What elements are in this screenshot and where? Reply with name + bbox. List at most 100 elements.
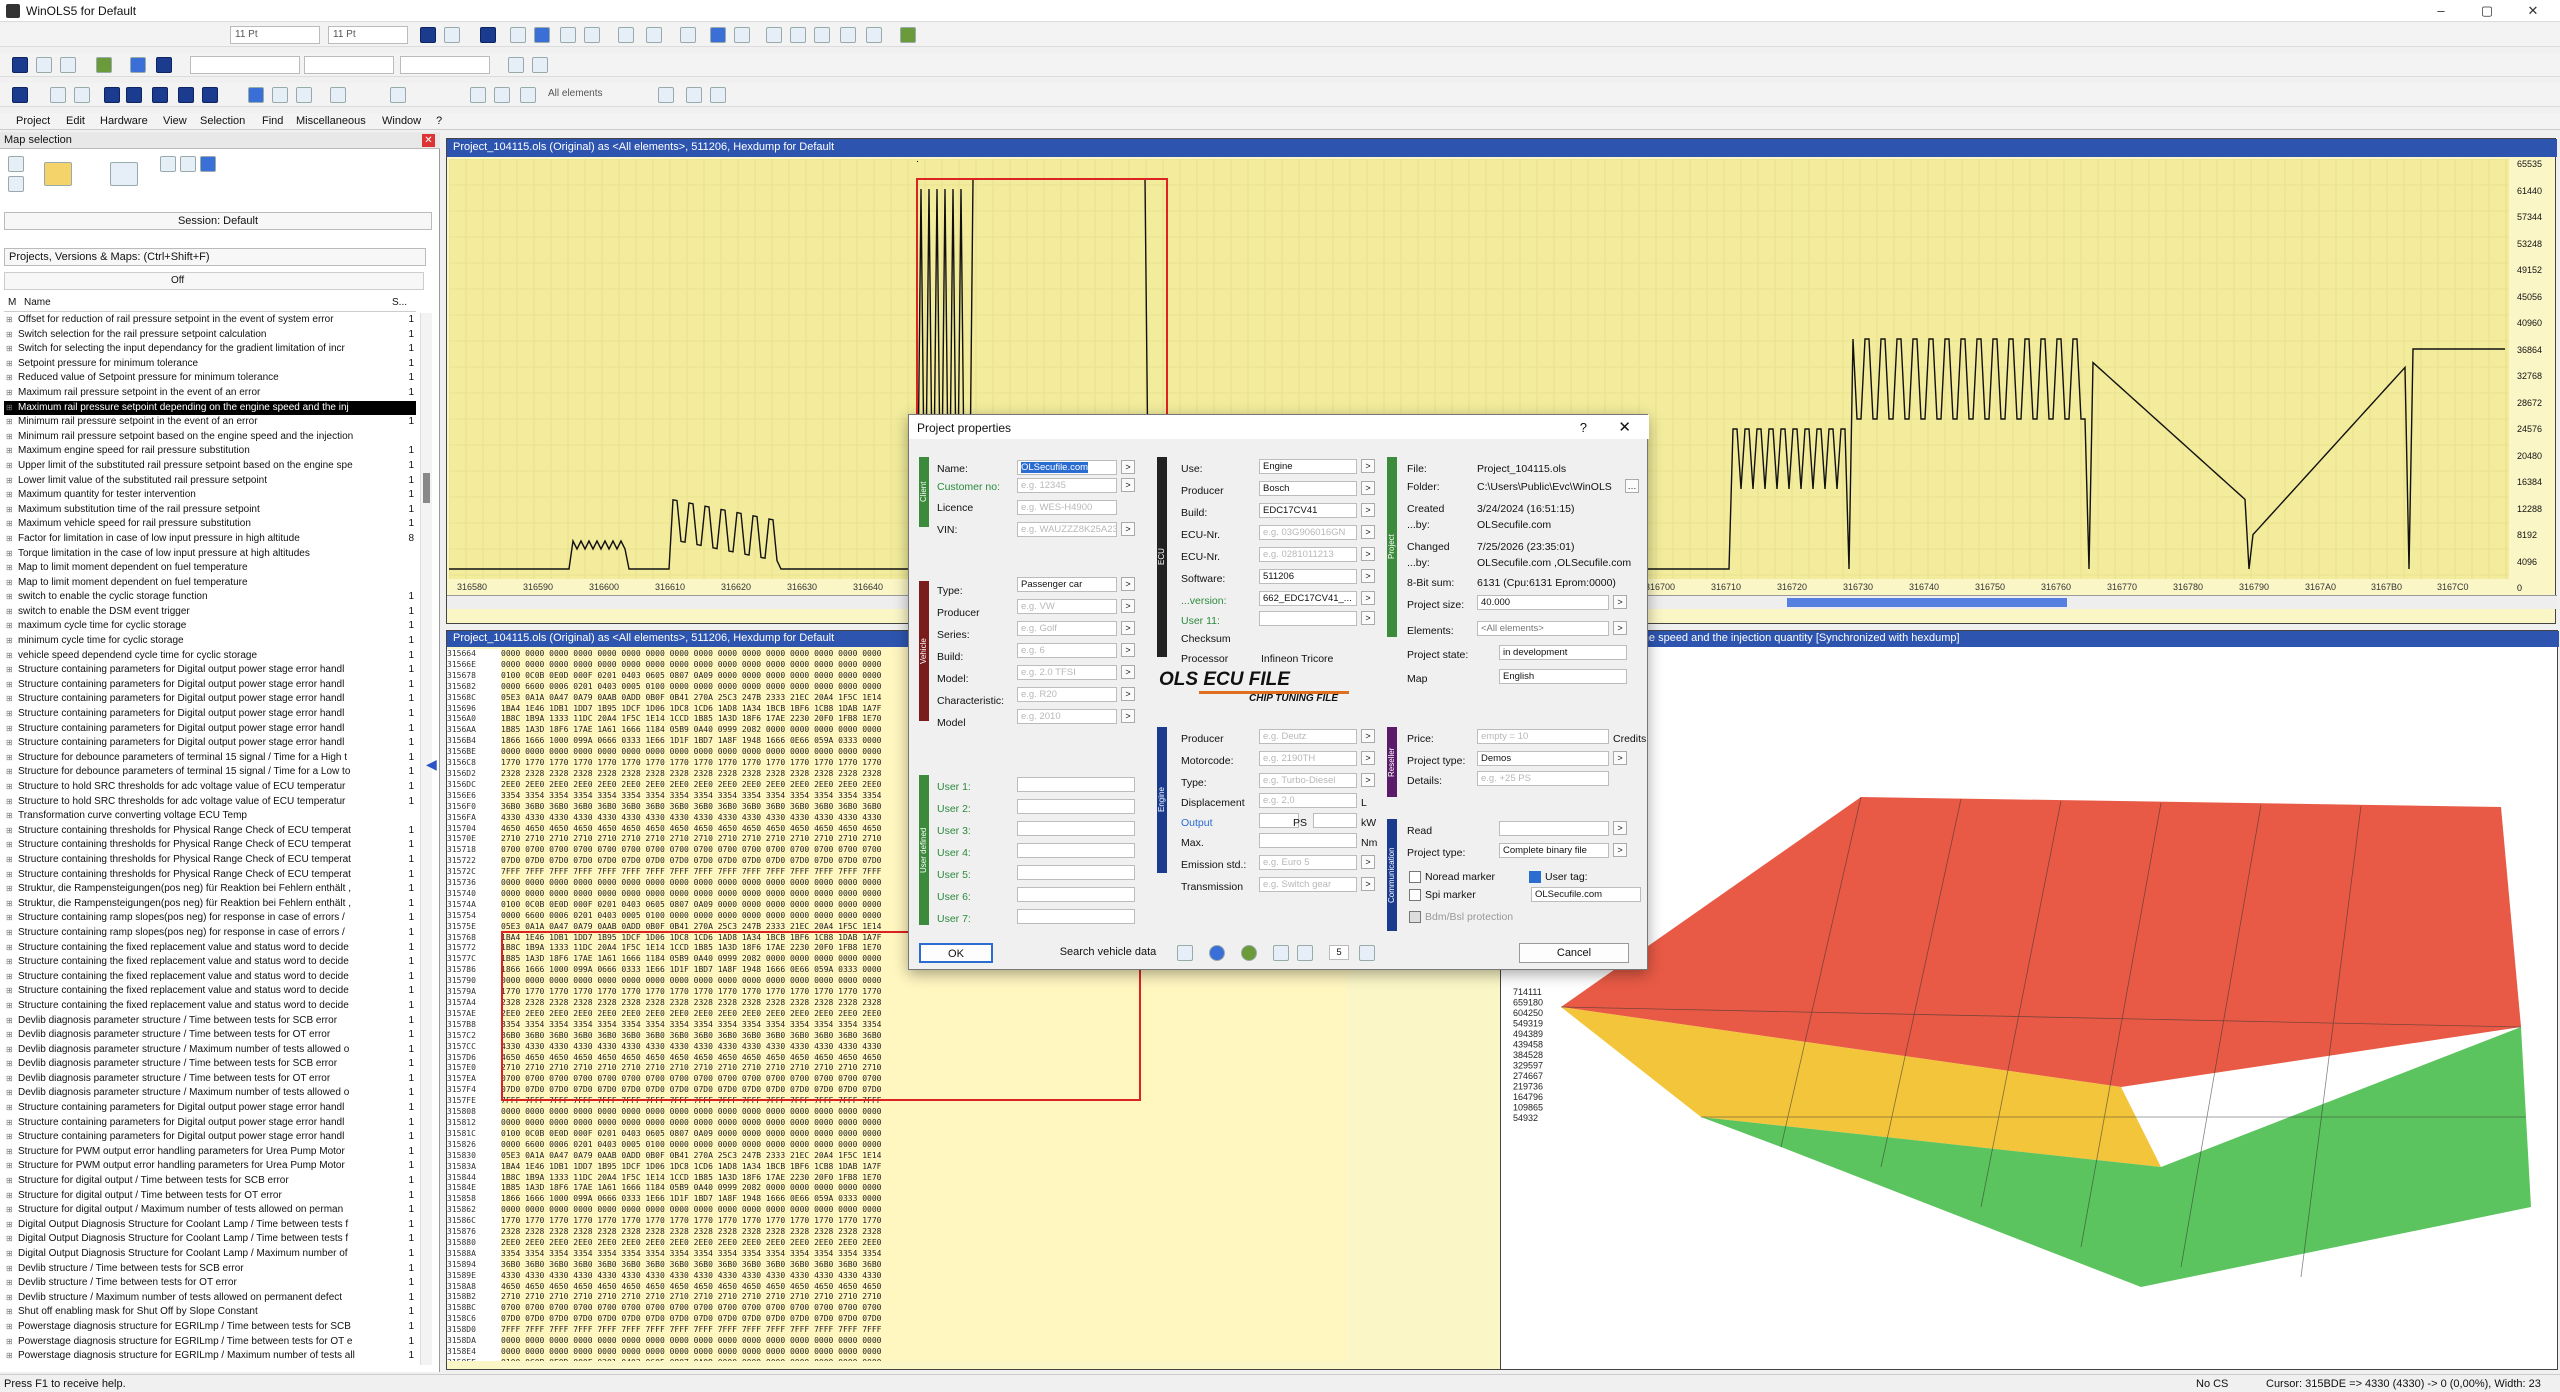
user-field-input[interactable] — [1017, 799, 1135, 814]
series-input[interactable]: e.g. Golf — [1017, 621, 1117, 636]
ecunr2-arrow[interactable]: > — [1361, 547, 1375, 561]
tree-icon[interactable] — [160, 156, 176, 172]
map-list-item[interactable]: Structure containing ramp slopes(pos neg… — [4, 911, 416, 926]
version-select[interactable] — [190, 56, 300, 74]
ecunr2-input[interactable]: e.g. 0281011213 — [1259, 547, 1357, 562]
collapse-pane-icon[interactable]: ◀ — [426, 756, 437, 776]
map-list-item[interactable]: Structure containing parameters for Digi… — [4, 722, 416, 737]
col2-icon[interactable] — [534, 27, 550, 43]
dlg-tool2-icon[interactable] — [1273, 945, 1289, 961]
save-pane-icon[interactable] — [8, 176, 24, 192]
map-list-item[interactable]: Maximum quantity for tester intervention… — [4, 488, 416, 503]
menu-window[interactable]: Window — [382, 115, 421, 127]
user-field-input[interactable] — [1017, 821, 1135, 836]
filter-off[interactable]: Off — [171, 275, 184, 286]
spi-checkbox[interactable] — [1409, 889, 1421, 901]
map-list-item[interactable]: Upper limit of the substituted rail pres… — [4, 459, 416, 474]
map-list-item[interactable]: Devlib diagnosis parameter structure / T… — [4, 1028, 416, 1043]
undo-icon[interactable] — [74, 87, 90, 103]
menu-find[interactable]: Find — [262, 115, 283, 127]
version-input[interactable]: 662_EDC17CV41_... — [1259, 591, 1357, 606]
user-field-input[interactable] — [1017, 865, 1135, 880]
ecu-icon[interactable] — [12, 87, 28, 103]
delta-icon[interactable] — [790, 27, 806, 43]
cancel-button[interactable]: Cancel — [1519, 943, 1629, 963]
software-input[interactable]: 511206 — [1259, 569, 1357, 584]
characteristic-arrow[interactable]: > — [1121, 687, 1135, 701]
grid-icon[interactable] — [444, 27, 460, 43]
model-arrow[interactable]: > — [1121, 665, 1135, 679]
map-list-item[interactable]: Structure containing the fixed replaceme… — [4, 999, 416, 1014]
viewtext-icon[interactable] — [494, 87, 510, 103]
map-list-item[interactable]: Shut off enabling mask for Shut Off by S… — [4, 1305, 416, 1320]
open-icon[interactable] — [12, 57, 28, 73]
percent-icon[interactable] — [766, 27, 782, 43]
map-list-item[interactable]: Structure containing ramp slopes(pos neg… — [4, 926, 416, 941]
map-list-item[interactable]: Maximum rail pressure setpoint in the ev… — [4, 386, 416, 401]
font-size-select-2[interactable]: 11 Pt — [328, 26, 408, 44]
stop-icon[interactable] — [152, 87, 168, 103]
graph-icon[interactable] — [180, 156, 196, 172]
usertag-input[interactable]: OLSecufile.com — [1531, 887, 1641, 902]
transmission-input[interactable]: e.g. Switch gear — [1259, 877, 1357, 892]
eng-producer-input[interactable]: e.g. Deutz — [1259, 729, 1357, 744]
map-list-item[interactable]: Devlib diagnosis parameter structure / T… — [4, 1014, 416, 1029]
ptype-arrow[interactable]: > — [1613, 751, 1627, 765]
user-field-input[interactable] — [1017, 777, 1135, 792]
org-icon[interactable] — [840, 27, 856, 43]
ecu-build-input[interactable]: EDC17CV41 — [1259, 503, 1357, 518]
elements-arrow[interactable]: > — [1613, 621, 1627, 635]
x1-icon[interactable] — [814, 27, 830, 43]
motorcode-arrow[interactable]: > — [1361, 751, 1375, 765]
map-list-item[interactable]: Structure containing the fixed replaceme… — [4, 970, 416, 985]
map-list-item[interactable]: Maximum substitution time of the rail pr… — [4, 503, 416, 518]
displacement-input[interactable]: e.g. 2,0 — [1259, 793, 1357, 808]
viewhex-icon[interactable] — [470, 87, 486, 103]
map-list-item[interactable]: Structure containing parameters for Digi… — [4, 692, 416, 707]
dlg-web-icon[interactable] — [1241, 945, 1257, 961]
map-list-item[interactable]: Structure for digital output / Maximum n… — [4, 1203, 416, 1218]
user-field-input[interactable] — [1017, 887, 1135, 902]
user-field-input[interactable] — [1017, 909, 1135, 924]
map-list-item[interactable]: Factor for limitation in case of low inp… — [4, 532, 416, 547]
map-list-item[interactable]: Structure containing thresholds for Phys… — [4, 853, 416, 868]
viewgraph-icon[interactable] — [520, 87, 536, 103]
export-icon[interactable] — [60, 57, 76, 73]
map-list-item[interactable]: Maximum engine speed for rail pressure s… — [4, 444, 416, 459]
map-list-item[interactable]: Structure containing the fixed replaceme… — [4, 984, 416, 999]
dec-icon[interactable] — [584, 27, 600, 43]
comm-ptype-select[interactable]: Complete binary file — [1499, 843, 1609, 858]
globe-icon[interactable] — [200, 156, 216, 172]
menu-selection[interactable]: Selection — [200, 115, 245, 127]
map-select[interactable] — [304, 56, 394, 74]
map-list-item[interactable]: Devlib structure / Time between tests fo… — [4, 1276, 416, 1291]
customer-input[interactable]: e.g. 12345 — [1017, 478, 1117, 493]
map-list-item[interactable]: Time interval between two updates of the… — [4, 1364, 416, 1365]
modelyear-arrow[interactable]: > — [1121, 709, 1135, 723]
map-list-item[interactable]: Switch for selecting the input dependanc… — [4, 342, 416, 357]
map-list-item[interactable]: Structure containing thresholds for Phys… — [4, 838, 416, 853]
dlg-more-icon[interactable] — [1297, 945, 1313, 961]
sel-icon[interactable] — [272, 87, 288, 103]
help-icon[interactable] — [686, 87, 702, 103]
ecu-producer-arrow[interactable]: > — [1361, 481, 1375, 495]
ecunr1-arrow[interactable]: > — [1361, 525, 1375, 539]
menu-miscellaneous[interactable]: Miscellaneous — [296, 115, 366, 127]
map-list-item[interactable]: switch to enable the DSM event trigger 1 — [4, 605, 416, 620]
map-list-item[interactable]: Structure containing parameters for Digi… — [4, 736, 416, 751]
folder-browse[interactable]: … — [1625, 479, 1639, 493]
map-list-item[interactable]: Torque limitation in the case of low inp… — [4, 547, 416, 562]
cfg-icon[interactable] — [296, 87, 312, 103]
map-language-select[interactable]: English — [1499, 669, 1627, 684]
prev-icon[interactable] — [126, 87, 142, 103]
emission-input[interactable]: e.g. Euro 5 — [1259, 855, 1357, 870]
map-list-item[interactable]: Structure for PWM output error handling … — [4, 1159, 416, 1174]
ecu-build-arrow[interactable]: > — [1361, 503, 1375, 517]
dlg-tool1-icon[interactable] — [1177, 945, 1193, 961]
comm-ptype-arrow[interactable]: > — [1613, 843, 1627, 857]
next-icon[interactable] — [178, 87, 194, 103]
projects-filter[interactable]: Projects, Versions & Maps: (Ctrl+Shift+F… — [4, 248, 426, 266]
engtype-arrow[interactable]: > — [1361, 773, 1375, 787]
map-list-item[interactable]: Devlib structure / Maximum number of tes… — [4, 1291, 416, 1306]
transmission-arrow[interactable]: > — [1361, 877, 1375, 891]
